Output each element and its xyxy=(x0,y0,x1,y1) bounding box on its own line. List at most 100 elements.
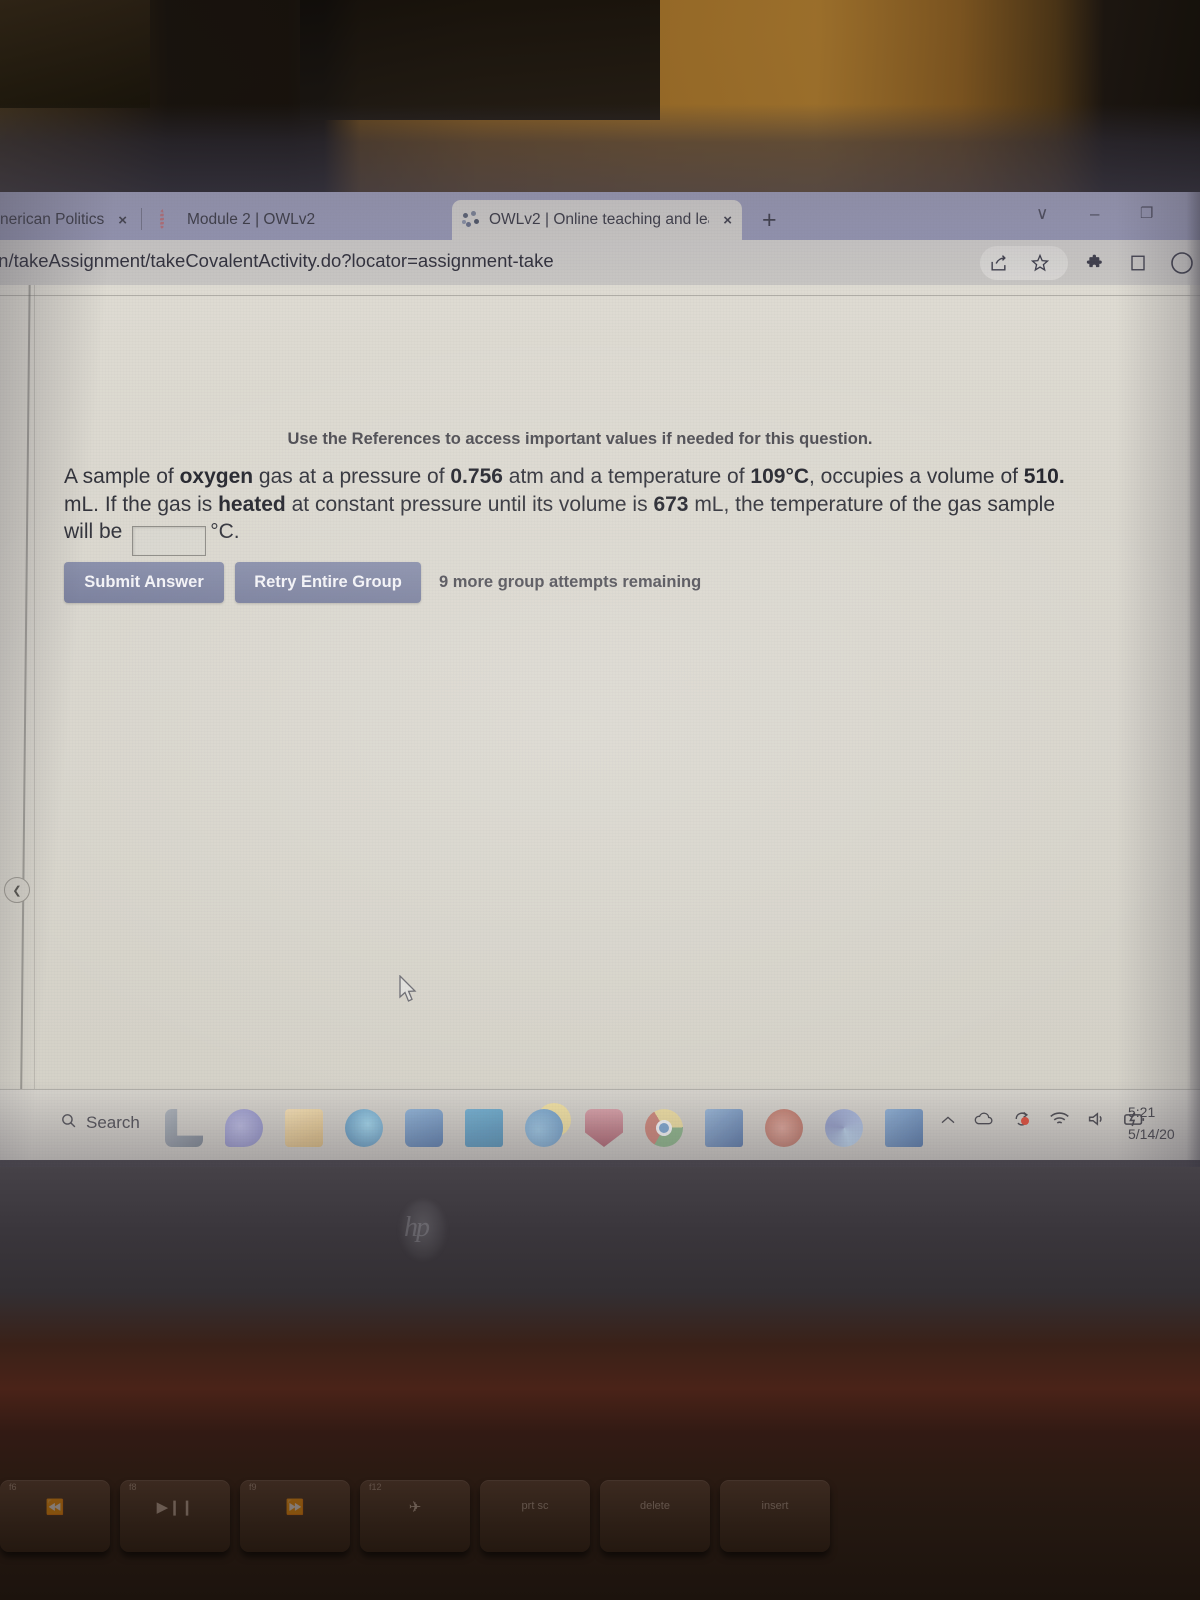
key-rewind[interactable]: f6 ⏪ xyxy=(0,1480,110,1552)
laptop-screen: nerican Politics × Module 2 | OWLv2 × xyxy=(0,192,1200,1167)
tab-search-chevron-icon[interactable]: ∨ xyxy=(1036,204,1048,224)
question-part-3: atm and a temperature of xyxy=(502,465,751,488)
references-note: Use the References to access important v… xyxy=(287,430,873,448)
key-print-screen[interactable]: prt sc xyxy=(480,1480,590,1552)
key-glyph: ⏩ xyxy=(285,1499,305,1516)
maximize-button[interactable]: ❐ xyxy=(1140,204,1153,222)
key-label: insert xyxy=(761,1500,789,1512)
key-forward[interactable]: f9 ⏩ xyxy=(240,1480,350,1552)
taskbar-system-tray xyxy=(940,1110,1147,1133)
photo-scene: nerican Politics × Module 2 | OWLv2 × xyxy=(0,0,1200,1600)
page-left-divider-secondary xyxy=(34,285,35,1167)
key-play-pause[interactable]: f8 ▶❙❙ xyxy=(120,1480,230,1552)
store-icon[interactable] xyxy=(405,1109,443,1147)
edge-icon[interactable] xyxy=(345,1109,383,1147)
question-gas-name: oxygen xyxy=(179,465,254,488)
key-sub-label: f8 xyxy=(129,1482,137,1492)
question-initial-volume-value: 510. xyxy=(1023,465,1065,488)
tab-title: Module 2 | OWLv2 xyxy=(187,211,316,228)
question-part-4: , occupies a volume of xyxy=(809,465,1024,488)
background-shadow-block-left xyxy=(0,0,150,108)
page-top-divider xyxy=(0,295,1200,296)
favorite-star-icon[interactable] xyxy=(1027,250,1053,276)
question-part-6: at constant pressure until its volume is xyxy=(285,492,654,516)
question-temperature-value: 109°C xyxy=(750,465,810,488)
key-airplane-mode[interactable]: f12 ✈ xyxy=(360,1480,470,1552)
mylab-icon[interactable] xyxy=(465,1109,503,1147)
question-process: heated xyxy=(218,492,286,516)
taskbar-clock[interactable]: 5:21 5/14/20 xyxy=(1128,1102,1175,1145)
page-left-divider xyxy=(19,285,31,1167)
word-icon[interactable] xyxy=(885,1109,923,1147)
key-label: prt sc xyxy=(521,1500,549,1512)
minimize-button[interactable]: – xyxy=(1090,204,1099,224)
retry-entire-group-button[interactable]: Retry Entire Group xyxy=(235,562,421,603)
taskbar-app-icons xyxy=(165,1102,923,1154)
show-hidden-icons-chevron[interactable] xyxy=(940,1113,956,1131)
windows-taskbar: Search 5:21 5/14/20 xyxy=(0,1089,1200,1167)
question-part-2: gas at a pressure of xyxy=(253,465,451,488)
question-pressure-value: 0.756 xyxy=(450,465,503,488)
clock-time: 5:21 xyxy=(1128,1104,1156,1120)
extensions-puzzle-icon[interactable] xyxy=(1083,250,1109,276)
notes-icon[interactable] xyxy=(285,1109,323,1147)
taskbar-search-label: Search xyxy=(86,1113,140,1132)
submit-answer-button[interactable]: Submit Answer xyxy=(64,562,224,603)
browser-tab-module-2[interactable]: Module 2 | OWLv2 × xyxy=(150,200,583,240)
tab-title: nerican Politics xyxy=(0,211,105,228)
background-shadow-band xyxy=(0,104,1200,205)
key-sub-label: f12 xyxy=(369,1482,382,1492)
chrome-icon[interactable] xyxy=(645,1109,683,1147)
screen-right-edge-shadow xyxy=(1186,192,1200,1167)
collections-icon[interactable] xyxy=(1125,250,1151,276)
outlook-icon[interactable] xyxy=(705,1109,743,1147)
key-glyph: ⏪ xyxy=(45,1499,65,1516)
teams-icon[interactable] xyxy=(225,1109,263,1147)
question-text: A sample of oxygen gas at a pressure of … xyxy=(64,463,1089,556)
tab-close-icon[interactable]: × xyxy=(118,212,127,229)
key-glyph: ▶❙❙ xyxy=(156,1499,194,1516)
file-explorer-icon[interactable] xyxy=(165,1109,203,1147)
question-unit: °C. xyxy=(210,520,240,544)
tab-title: OWLv2 | Online teaching and lear xyxy=(489,211,710,228)
browser-tabstrip: nerican Politics × Module 2 | OWLv2 × xyxy=(0,192,1200,240)
browser-toolbar-actions xyxy=(985,245,1195,281)
question-part-5: mL. If the gas is xyxy=(64,492,219,516)
sync-refresh-icon[interactable] xyxy=(1012,1110,1032,1133)
answer-input[interactable] xyxy=(132,525,207,556)
powerpoint-icon[interactable] xyxy=(765,1109,803,1147)
attempts-remaining-text: 9 more group attempts remaining xyxy=(439,573,702,591)
hp-logo: hp xyxy=(404,1212,430,1243)
browser-tab-owlv2-active[interactable]: OWLv2 | Online teaching and lear × xyxy=(452,200,742,240)
chevron-left-icon[interactable]: ❮ xyxy=(4,877,30,903)
taskbar-search[interactable]: Search xyxy=(60,1112,140,1134)
mcafee-icon[interactable] xyxy=(585,1109,623,1147)
keyboard-function-row: f6 ⏪ f8 ▶❙❙ f9 ⏩ f12 ✈ prt sc delete ins… xyxy=(0,1480,1200,1600)
owlv2-question-page: ❮ Use the References to access important… xyxy=(0,285,1200,1167)
browser-tab-american-politics[interactable]: nerican Politics × xyxy=(0,200,140,240)
address-bar-url: rn/takeAssignment/takeCovalentActivity.d… xyxy=(0,250,554,271)
onedrive-cloud-icon[interactable] xyxy=(973,1111,995,1132)
share-icon[interactable] xyxy=(985,250,1011,276)
owl-dots-icon xyxy=(462,211,480,229)
tab-close-icon[interactable]: × xyxy=(723,212,732,229)
tab-divider xyxy=(141,208,142,230)
key-insert[interactable]: insert xyxy=(720,1480,830,1552)
help-icon[interactable] xyxy=(525,1109,563,1147)
owl-ring-icon xyxy=(160,209,178,230)
photos-icon[interactable] xyxy=(825,1109,863,1147)
key-sub-label: f9 xyxy=(249,1482,257,1492)
key-glyph: ✈ xyxy=(408,1499,422,1516)
browser-address-bar[interactable]: rn/takeAssignment/takeCovalentActivity.d… xyxy=(0,240,1200,285)
volume-icon[interactable] xyxy=(1087,1111,1106,1132)
key-delete[interactable]: delete xyxy=(600,1480,710,1552)
clock-date: 5/14/20 xyxy=(1128,1125,1175,1142)
key-sub-label: f6 xyxy=(9,1482,17,1492)
mouse-cursor xyxy=(398,974,420,1010)
background-shadow-block xyxy=(300,0,660,120)
question-part-1: A sample of xyxy=(64,465,180,488)
search-icon xyxy=(60,1112,77,1134)
new-tab-button[interactable]: + xyxy=(762,206,777,235)
key-label: delete xyxy=(640,1500,670,1512)
wifi-icon[interactable] xyxy=(1049,1111,1070,1132)
